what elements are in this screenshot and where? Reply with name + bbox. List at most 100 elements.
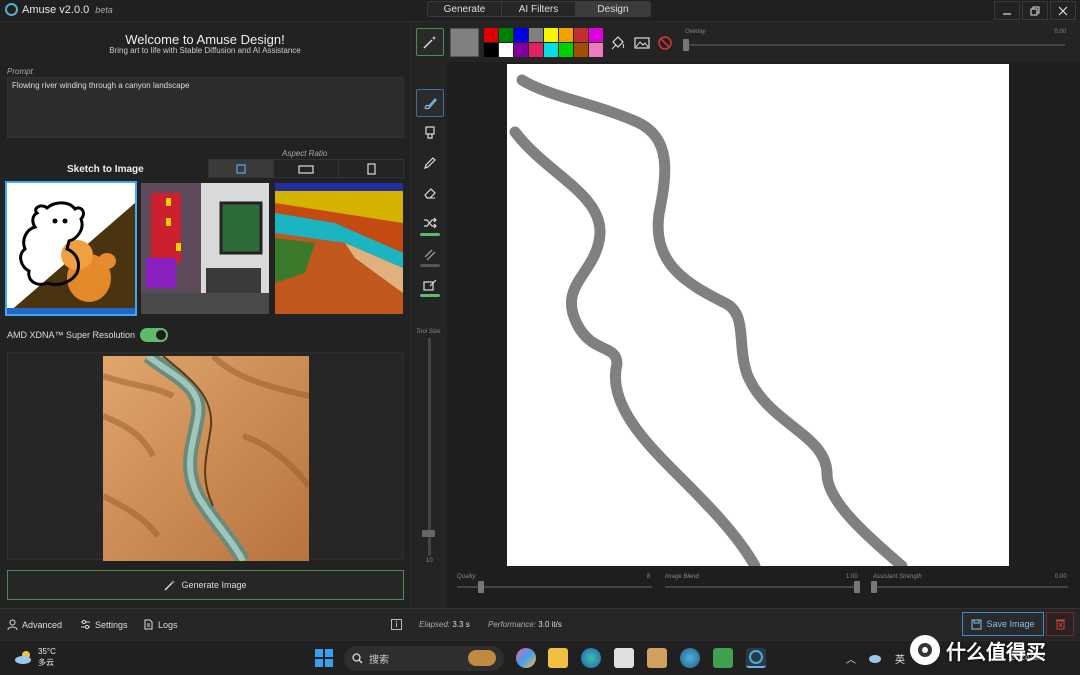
log-file-icon xyxy=(144,619,153,630)
minimize-button[interactable] xyxy=(994,1,1020,20)
room-image xyxy=(141,183,269,314)
watermark-mark-icon xyxy=(918,643,932,657)
drawing-canvas[interactable] xyxy=(507,64,1009,572)
color-palette xyxy=(484,28,603,57)
river-sketch xyxy=(509,74,908,572)
magic-wand-icon xyxy=(423,36,436,49)
palette-color-swatch[interactable] xyxy=(544,43,558,57)
package-app[interactable] xyxy=(647,648,667,668)
fill-bucket-icon[interactable] xyxy=(610,35,626,51)
file-explorer-app[interactable] xyxy=(548,648,568,668)
elapsed-stat: Elapsed: 3.3 s xyxy=(419,620,470,629)
generate-image-button[interactable]: Generate Image xyxy=(7,570,404,600)
ime-indicator[interactable]: 英 xyxy=(895,651,905,666)
generated-canyon-image xyxy=(103,356,309,561)
palette-color-swatch[interactable] xyxy=(574,28,588,42)
stroke-icon xyxy=(424,249,436,261)
brush-tool-button[interactable] xyxy=(416,89,444,117)
tab-ai-filters[interactable]: AI Filters xyxy=(502,2,576,16)
edge-app[interactable] xyxy=(581,648,601,668)
eraser-tool-button[interactable] xyxy=(416,179,444,207)
title-bar: Amuse v2.0.0 beta Generate AI Filters De… xyxy=(0,0,1080,22)
clear-canvas-icon[interactable] xyxy=(657,35,673,51)
example-canyon-thumbnail[interactable] xyxy=(275,183,403,314)
beta-label: beta xyxy=(95,4,113,15)
palette-color-swatch[interactable] xyxy=(529,43,543,57)
tray-chevron-icon[interactable]: ︿ xyxy=(846,651,856,666)
quality-label: Quality xyxy=(457,574,476,580)
pen-tool-button[interactable] xyxy=(416,149,444,177)
close-button[interactable] xyxy=(1050,1,1076,20)
start-button[interactable] xyxy=(314,648,334,668)
shuffle-icon xyxy=(424,217,437,229)
aspect-square-button[interactable] xyxy=(209,160,274,177)
marker-tool-button[interactable] xyxy=(416,119,444,147)
tool-size-slider-knob[interactable] xyxy=(422,530,435,537)
settings-button[interactable]: Settings xyxy=(80,619,128,630)
example-room-thumbnail[interactable] xyxy=(141,183,269,314)
quality-slider-track[interactable] xyxy=(457,586,652,588)
palette-color-swatch[interactable] xyxy=(514,43,528,57)
store-app[interactable] xyxy=(614,648,634,668)
palette-color-swatch[interactable] xyxy=(499,28,513,42)
network-icon[interactable] xyxy=(868,652,882,664)
browser-app[interactable] xyxy=(680,648,700,668)
palette-color-swatch[interactable] xyxy=(559,28,573,42)
example-bear-thumbnail[interactable] xyxy=(5,181,137,316)
eraser-icon xyxy=(424,188,436,199)
info-icon[interactable] xyxy=(391,619,402,630)
assistant-strength-slider-track[interactable] xyxy=(873,586,1068,588)
magic-assist-button[interactable] xyxy=(416,28,444,56)
aspect-portrait-button[interactable] xyxy=(339,160,403,177)
example-thumbnails xyxy=(5,181,404,316)
overlay-label: Overlay xyxy=(685,29,706,35)
amuse-logo-icon xyxy=(5,3,18,16)
image-icon[interactable] xyxy=(634,35,650,51)
tool-size-slider-track[interactable] xyxy=(428,338,431,556)
windows-icon xyxy=(315,649,333,667)
image-blend-slider-track[interactable] xyxy=(665,586,860,588)
prompt-input[interactable]: Flowing river winding through a canyon l… xyxy=(7,77,404,138)
app-title: Amuse v2.0.0 beta xyxy=(5,3,113,16)
advanced-button[interactable]: Advanced xyxy=(7,619,62,630)
logs-label: Logs xyxy=(158,619,178,630)
weather-condition: 多云 xyxy=(38,658,54,667)
amuse-app[interactable] xyxy=(746,648,766,668)
palette-color-swatch[interactable] xyxy=(544,28,558,42)
person-icon xyxy=(7,619,18,630)
palette-color-swatch[interactable] xyxy=(484,43,498,57)
media-app[interactable] xyxy=(713,648,733,668)
palette-color-swatch[interactable] xyxy=(514,28,528,42)
tool-size-label: Tool Size xyxy=(416,329,441,335)
elapsed-value: 3.3 s xyxy=(452,620,470,629)
image-blend-slider-knob[interactable] xyxy=(854,581,860,593)
tab-design[interactable]: Design xyxy=(576,2,650,16)
current-color-swatch[interactable] xyxy=(450,28,479,57)
logs-button[interactable]: Logs xyxy=(143,619,178,630)
palette-color-swatch[interactable] xyxy=(589,28,603,42)
palette-color-swatch[interactable] xyxy=(484,28,498,42)
overlay-slider-knob[interactable] xyxy=(683,39,689,51)
restore-button[interactable] xyxy=(1022,1,1048,20)
landscape-icon xyxy=(298,164,314,174)
tab-generate[interactable]: Generate xyxy=(428,2,502,16)
quality-slider-knob[interactable] xyxy=(478,581,484,593)
assistant-strength-slider-knob[interactable] xyxy=(871,581,877,593)
xdna-toggle[interactable] xyxy=(140,328,169,342)
palette-color-swatch[interactable] xyxy=(589,43,603,57)
canyon-image xyxy=(103,356,309,561)
marker-icon xyxy=(425,126,435,139)
quality-value: 8 xyxy=(647,574,651,580)
overlay-value: 0.00 xyxy=(1054,29,1066,35)
copilot-app[interactable] xyxy=(516,648,536,668)
taskbar-search[interactable]: 搜索 xyxy=(344,646,504,671)
palette-color-swatch[interactable] xyxy=(499,43,513,57)
palette-color-swatch[interactable] xyxy=(529,28,543,42)
aspect-landscape-button[interactable] xyxy=(274,160,339,177)
search-highlight-icon xyxy=(468,650,496,666)
canvas-area xyxy=(447,62,1080,572)
palette-color-swatch[interactable] xyxy=(574,43,588,57)
overlay-slider-track[interactable] xyxy=(685,44,1065,46)
palette-color-swatch[interactable] xyxy=(559,43,573,57)
weather-widget[interactable]: 35°C 多云 xyxy=(14,646,56,668)
